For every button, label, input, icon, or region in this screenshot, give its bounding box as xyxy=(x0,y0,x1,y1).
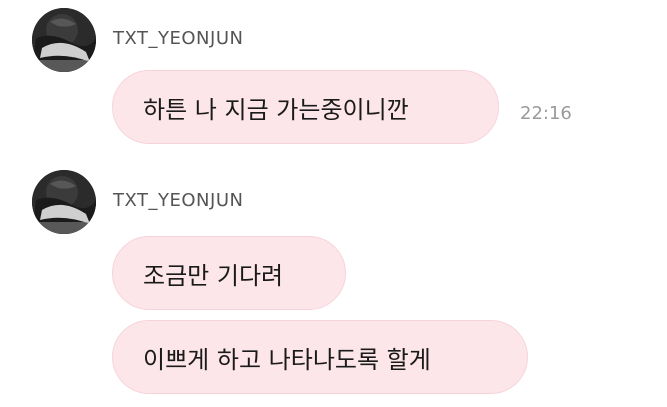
chat-message-list: TXT_YEONJUN 하튼 나 지금 가는중이니깐 22:16 TXT_YEO… xyxy=(0,0,667,407)
avatar-image xyxy=(32,170,96,234)
sender-name: TXT_YEONJUN xyxy=(113,190,244,211)
sender-name: TXT_YEONJUN xyxy=(113,28,244,49)
message-text: 이쁘게 하고 나타나도록 할게 xyxy=(143,345,431,374)
message-bubble[interactable]: 조금만 기다려 xyxy=(112,236,346,310)
avatar-image xyxy=(32,8,96,72)
profile-photo-icon[interactable] xyxy=(32,170,96,234)
message-bubble[interactable]: 이쁘게 하고 나타나도록 할게 xyxy=(112,320,528,394)
message-timestamp: 22:16 xyxy=(520,103,572,124)
profile-photo-icon[interactable] xyxy=(32,8,96,72)
message-bubble[interactable]: 하튼 나 지금 가는중이니깐 xyxy=(112,70,499,144)
message-text: 조금만 기다려 xyxy=(143,261,284,290)
message-text: 하튼 나 지금 가는중이니깐 xyxy=(143,95,409,124)
